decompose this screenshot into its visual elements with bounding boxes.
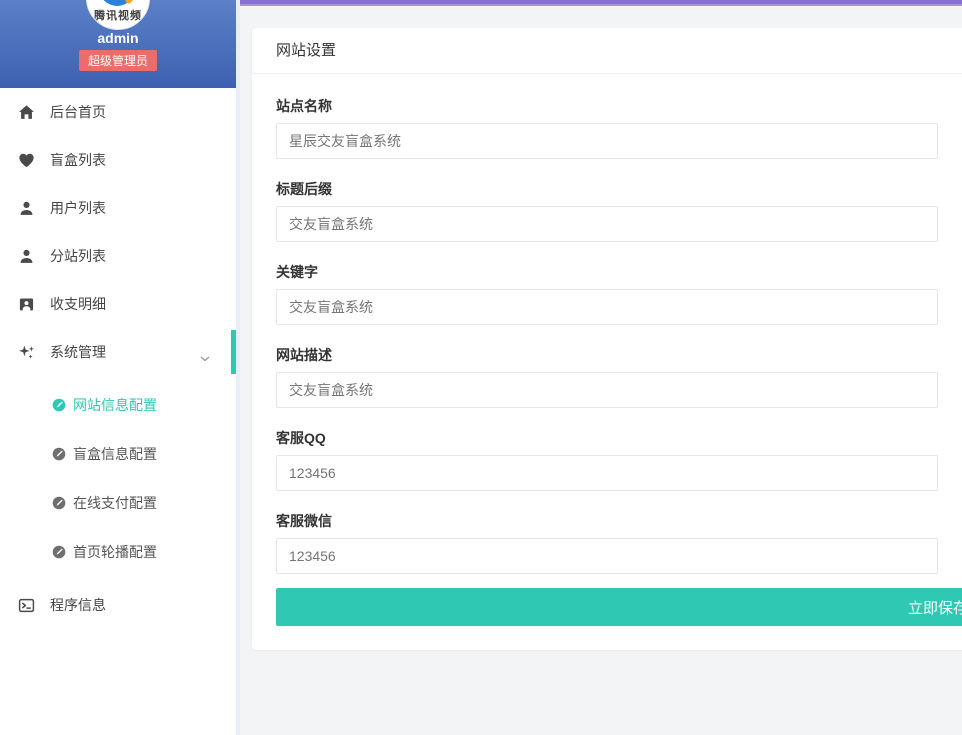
submenu-item-blindbox-info-config[interactable]: 盲盒信息配置 xyxy=(0,429,236,478)
user-panel: 腾讯视频 admin 超级管理员 xyxy=(0,0,236,88)
submenu-item-label: 盲盒信息配置 xyxy=(73,445,157,462)
main-content: 网站设置 站点名称 标题后缀 关键字 网站描述 客服QQ xyxy=(240,0,962,735)
form-item-title-suffix: 标题后缀 xyxy=(276,173,962,242)
ledger-icon xyxy=(18,296,35,313)
page-title: 网站设置 xyxy=(252,28,962,74)
form-item-keywords: 关键字 xyxy=(276,256,962,325)
user-icon xyxy=(18,248,35,265)
sidebar-item-label: 程序信息 xyxy=(50,597,106,613)
service-wechat-input[interactable] xyxy=(276,538,938,574)
form-item-site-description: 网站描述 xyxy=(276,339,962,408)
edit-circle-icon xyxy=(52,447,66,461)
home-icon xyxy=(18,104,35,121)
submenu-item-label: 网站信息配置 xyxy=(73,396,157,413)
heart-icon xyxy=(18,152,35,169)
user-icon xyxy=(18,200,35,217)
accent-topbar xyxy=(240,0,962,6)
sidebar-scrollbar[interactable] xyxy=(236,0,240,735)
field-label: 网站描述 xyxy=(276,347,332,363)
terminal-icon xyxy=(18,597,35,614)
submenu-item-label: 在线支付配置 xyxy=(73,494,157,511)
submenu-item-carousel-config[interactable]: 首页轮播配置 xyxy=(0,527,236,576)
sidebar-item-label: 后台首页 xyxy=(50,104,106,120)
sidebar-item-label: 盲盒列表 xyxy=(50,152,106,168)
form-item-site-name: 站点名称 xyxy=(276,90,962,159)
submenu-item-label: 首页轮播配置 xyxy=(73,543,157,560)
sidebar-item-label: 收支明细 xyxy=(50,296,106,312)
settings-form: 站点名称 标题后缀 关键字 网站描述 客服QQ 客服微信 xyxy=(252,74,962,650)
edit-circle-icon xyxy=(52,398,66,412)
avatar-label: 腾讯视频 xyxy=(94,10,142,22)
sidebar-item-system-management[interactable]: 系统管理 xyxy=(0,328,236,376)
site-description-input[interactable] xyxy=(276,372,938,408)
sidebar-item-program-info[interactable]: 程序信息 xyxy=(0,581,236,629)
save-button[interactable]: 立即保存 xyxy=(276,588,962,626)
service-qq-input[interactable] xyxy=(276,455,938,491)
field-label: 客服微信 xyxy=(276,513,332,529)
field-label: 客服QQ xyxy=(276,430,326,446)
title-suffix-input[interactable] xyxy=(276,206,938,242)
keywords-input[interactable] xyxy=(276,289,938,325)
sidebar-menu: 后台首页 盲盒列表 用户列表 分站列表 收支明细 系统管理 网站信息配置 盲盒信… xyxy=(0,88,236,629)
sidebar-item-user-list[interactable]: 用户列表 xyxy=(0,184,236,232)
edit-circle-icon xyxy=(52,496,66,510)
chevron-down-icon xyxy=(200,349,210,365)
sidebar-item-transactions[interactable]: 收支明细 xyxy=(0,280,236,328)
field-label: 关键字 xyxy=(276,264,318,280)
sidebar-item-blindbox-list[interactable]: 盲盒列表 xyxy=(0,136,236,184)
edit-circle-icon xyxy=(52,545,66,559)
form-item-service-wechat: 客服微信 xyxy=(276,505,962,574)
submenu-item-site-info-config[interactable]: 网站信息配置 xyxy=(0,380,236,429)
sidebar-item-label: 用户列表 xyxy=(50,200,106,216)
submenu-item-payment-config[interactable]: 在线支付配置 xyxy=(0,478,236,527)
role-badge: 超级管理员 xyxy=(78,50,157,71)
field-label: 标题后缀 xyxy=(276,181,332,197)
sidebar-item-substation-list[interactable]: 分站列表 xyxy=(0,232,236,280)
sidebar-item-label: 分站列表 xyxy=(50,248,106,264)
site-name-input[interactable] xyxy=(276,123,938,159)
sidebar-item-dashboard[interactable]: 后台首页 xyxy=(0,88,236,136)
form-item-service-qq: 客服QQ xyxy=(276,422,962,491)
sidebar: 腾讯视频 admin 超级管理员 后台首页 盲盒列表 用户列表 分站列表 收支明… xyxy=(0,0,236,735)
system-management-submenu: 网站信息配置 盲盒信息配置 在线支付配置 首页轮播配置 xyxy=(0,376,236,581)
field-label: 站点名称 xyxy=(276,98,332,114)
sparkles-icon xyxy=(18,344,35,361)
sidebar-item-label: 系统管理 xyxy=(50,344,106,360)
settings-card: 网站设置 站点名称 标题后缀 关键字 网站描述 客服QQ xyxy=(252,28,962,650)
